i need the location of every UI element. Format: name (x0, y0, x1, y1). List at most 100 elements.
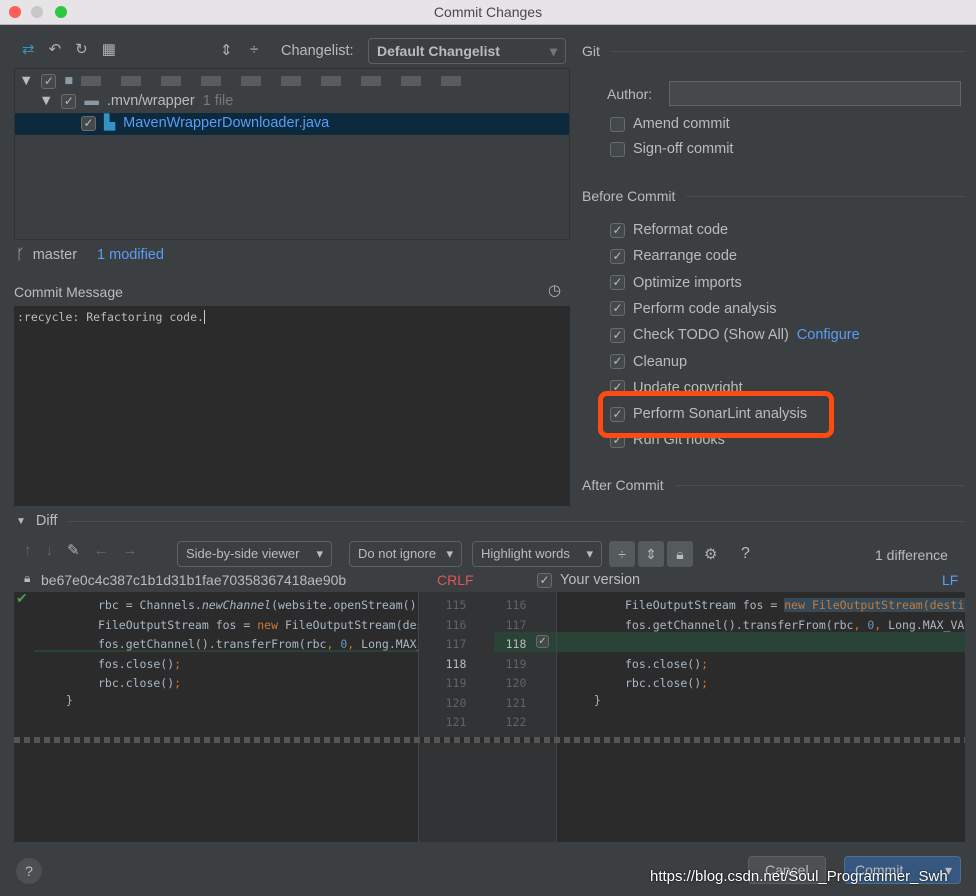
option-checkbox[interactable]: ✓ (610, 301, 625, 317)
minimize-window-button[interactable] (31, 6, 43, 18)
sync-scroll-icon[interactable]: ⇕ (638, 541, 664, 567)
option-checkbox[interactable]: ✓ (610, 248, 625, 264)
option-checkbox[interactable]: ✓ (610, 275, 625, 291)
collapsed-fold[interactable] (14, 737, 965, 743)
right-line-ending[interactable]: LF (942, 572, 958, 588)
folder-icon: ▬ (84, 93, 99, 109)
folder-checkbox[interactable]: ✓ (61, 93, 77, 109)
before-commit-option[interactable]: ✓ Perform code analysis (610, 301, 776, 317)
before-commit-option[interactable]: ✓ Rearrange code (610, 248, 737, 264)
highlight-dropdown[interactable]: Highlight words ▾ (472, 541, 602, 567)
file-checkbox[interactable]: ✓ (81, 115, 96, 131)
check-icon: ✔ (16, 590, 28, 606)
lock-icon[interactable]: 🔒︎ (667, 541, 693, 567)
line-number: 119 (505, 656, 527, 671)
line-number: 118 (505, 637, 527, 651)
back-icon[interactable]: ← (94, 542, 109, 559)
expand-all-icon[interactable]: ⇕ (220, 41, 233, 59)
history-clock-icon[interactable]: ◷ (548, 281, 561, 299)
branch-name[interactable]: master (33, 247, 77, 263)
show-diff-icon[interactable]: ⇄ (22, 40, 35, 58)
left-brace: } (66, 693, 73, 707)
line-number: 120 (445, 695, 467, 710)
your-version-checkbox[interactable]: ✓ (537, 572, 552, 588)
git-header: Git (582, 43, 600, 59)
divider (68, 521, 965, 522)
group-by-icon[interactable]: ▦ (102, 40, 116, 58)
chevron-down-icon: ▾ (549, 43, 557, 59)
left-line-ending[interactable]: CRLF (437, 572, 474, 588)
changelist-dropdown[interactable]: Default Changelist ▾ (368, 38, 566, 64)
option-checkbox[interactable]: ✓ (610, 327, 625, 343)
before-commit-option[interactable]: ✓ Cleanup (610, 354, 687, 370)
difference-count: 1 difference (875, 547, 948, 563)
option-label: Optimize imports (633, 274, 742, 291)
expand-arrow-icon[interactable]: ▼ (39, 93, 53, 109)
line-number: 118 (445, 656, 467, 671)
branch-icon: ᚴ (16, 247, 25, 263)
diff-editor[interactable]: ✔ rbc = Channels.newChannel(website.open… (14, 590, 965, 842)
refresh-icon[interactable]: ↻ (75, 40, 88, 58)
collapse-unchanged-icon[interactable]: ÷ (609, 541, 635, 567)
collapse-all-icon[interactable]: ÷ (250, 41, 258, 58)
before-commit-header: Before Commit (582, 188, 676, 204)
line-number: 121 (505, 695, 527, 710)
modified-count[interactable]: 1 modified (97, 247, 164, 263)
help-button[interactable]: ? (16, 858, 42, 884)
changes-tree: ▼ ✓ ■ ▼ ✓ ▬ .mvn/wrapper 1 file ✓ ▙ MavenWrapper… (14, 68, 570, 240)
lock-icon: 🔒︎ (24, 571, 31, 585)
divider (676, 485, 965, 486)
close-window-button[interactable] (9, 6, 21, 18)
amend-checkbox[interactable]: ✓ (610, 116, 625, 132)
line-number: 115 (445, 598, 467, 612)
highlight-box (598, 391, 834, 438)
expand-arrow-icon[interactable]: ▼ (19, 73, 33, 89)
divider (610, 51, 965, 52)
changelist-value: Default Changelist (377, 43, 500, 59)
zoom-window-button[interactable] (55, 6, 67, 18)
commit-message-input[interactable]: :recycle: Refactoring code. (14, 306, 570, 506)
include-change-checkbox[interactable]: ✓ (536, 635, 549, 648)
commit-message-text: :recycle: Refactoring code. (17, 310, 204, 324)
collapse-diff-icon[interactable]: ▼ (16, 516, 26, 527)
divider (686, 196, 965, 197)
before-commit-option[interactable]: ✓ Check TODO (Show All) Configure (610, 327, 860, 343)
configure-link[interactable]: Configure (797, 327, 860, 343)
blurred-path (81, 76, 482, 86)
changelist-label: Changelist: (281, 43, 354, 59)
option-label: Perform code analysis (633, 300, 777, 317)
line-number: 116 (505, 598, 527, 612)
signoff-checkbox[interactable]: ✓ (610, 141, 625, 157)
root-checkbox[interactable]: ✓ (41, 73, 57, 89)
forward-icon[interactable]: → (123, 542, 138, 559)
watermark: https://blog.csdn.net/Soul_Programmer_Sw… (650, 868, 948, 885)
right-brace: } (594, 693, 601, 707)
title-bar: Commit Changes (0, 0, 976, 25)
file-name[interactable]: MavenWrapperDownloader.java (123, 115, 329, 131)
module-icon: ■ (64, 73, 74, 89)
settings-gear-icon[interactable]: ⚙ (704, 545, 717, 563)
right-title: Your version (560, 572, 641, 588)
edit-icon[interactable]: ✎ (67, 541, 80, 559)
option-checkbox[interactable]: ✓ (610, 222, 625, 238)
left-code: rbc = Channels.newChannel(website.openSt… (98, 598, 418, 690)
viewer-dropdown[interactable]: Side-by-side viewer ▾ (177, 541, 332, 567)
signoff-label: Sign-off commit (633, 141, 734, 157)
next-diff-icon[interactable]: ↓ (46, 542, 54, 559)
before-commit-option[interactable]: ✓ Optimize imports (610, 275, 742, 291)
prev-diff-icon[interactable]: ↑ (24, 542, 32, 559)
author-label: Author: (607, 86, 653, 102)
amend-label: Amend commit (633, 116, 730, 132)
ignore-dropdown[interactable]: Do not ignore ▾ (349, 541, 462, 567)
help-button[interactable]: ? (741, 545, 750, 563)
before-commit-option[interactable]: ✓ Reformat code (610, 222, 728, 238)
diff-header[interactable]: Diff (36, 513, 58, 529)
line-number: 119 (445, 676, 467, 690)
java-file-icon: ▙ (104, 115, 116, 131)
line-number: 122 (505, 715, 527, 729)
folder-name: .mvn/wrapper (106, 93, 195, 109)
rollback-icon[interactable]: ↶ (49, 40, 62, 58)
option-label: Cleanup (633, 353, 688, 370)
option-checkbox[interactable]: ✓ (610, 354, 625, 369)
author-input[interactable] (669, 81, 961, 106)
